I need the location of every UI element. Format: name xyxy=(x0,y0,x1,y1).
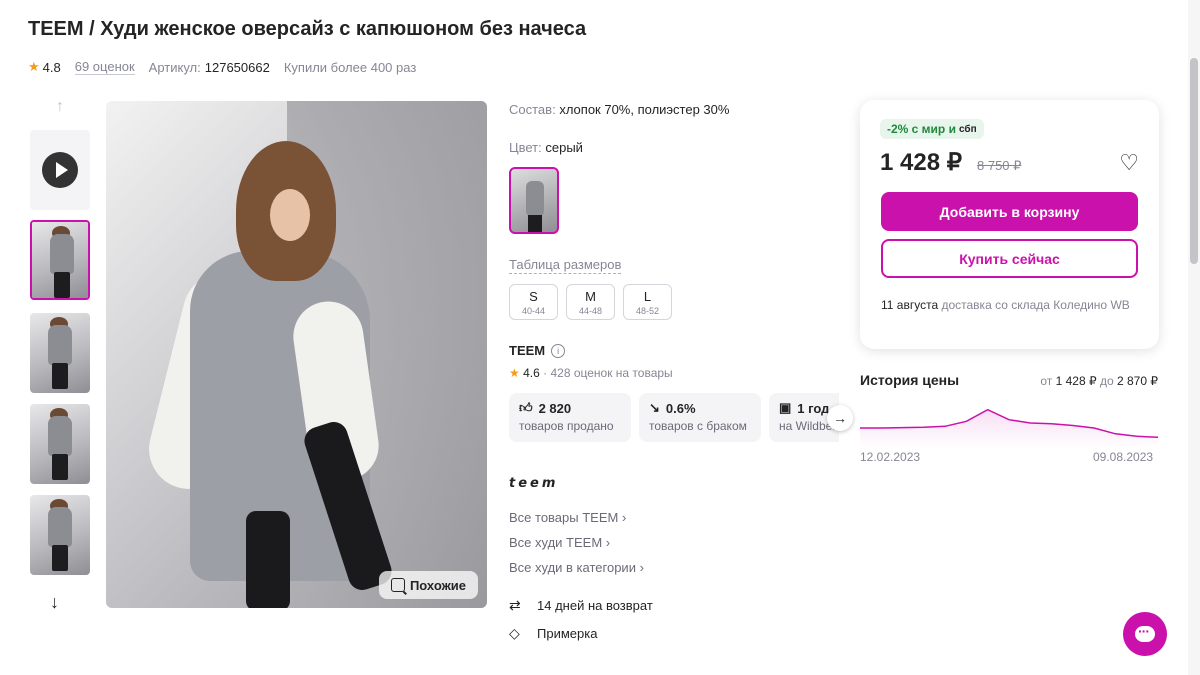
tag-icon: ◇ xyxy=(509,625,520,641)
sbp-logo: сбп xyxy=(958,123,977,135)
buy-now-button[interactable]: Купить сейчас xyxy=(881,239,1138,278)
size-option-m[interactable]: M 44-48 xyxy=(566,284,615,320)
return-policy: ⇄ 14 дней на возврат xyxy=(509,597,653,614)
size-range: 44-48 xyxy=(578,305,603,316)
delivery-info: 11 августа доставка со склада Коледино W… xyxy=(881,296,1141,314)
brand-label: TEEM xyxy=(509,343,546,358)
trend-down-icon: ↘ xyxy=(649,400,660,415)
range-to-label: до xyxy=(1099,374,1114,388)
composition-label: Состав: xyxy=(509,102,556,117)
link-all-brand-products[interactable]: Все товары TEEM › xyxy=(509,510,644,525)
color-label: Цвет: xyxy=(509,140,542,155)
scrollbar[interactable] xyxy=(1188,0,1200,675)
size-label: S xyxy=(529,288,538,304)
brand-stats: 👍︎ 2 820 товаров продано ↘ 0.6% товаров с … xyxy=(509,393,839,442)
color-row: Цвет: серый xyxy=(509,140,583,155)
return-icon: ⇄ xyxy=(509,597,521,613)
size-range: 48-52 xyxy=(635,305,660,316)
price-history-range: от 1 428 ₽ до 2 870 ₽ xyxy=(1040,374,1158,388)
thumbnail-image[interactable] xyxy=(30,404,90,484)
thumbnail-strip: ↑ xyxy=(28,95,92,575)
range-from-label: от xyxy=(1040,374,1053,388)
thumbs-up-icon: 👍︎ xyxy=(519,400,533,415)
link-category-hoodies[interactable]: Все худи в категории › xyxy=(509,560,644,575)
stat-card: ↘ 0.6% товаров с браком xyxy=(639,393,761,442)
product-title: TEEM / Худи женское оверсайз с капюшоном… xyxy=(28,18,587,40)
article-number[interactable]: 127650662 xyxy=(205,60,270,75)
thumbnail-image[interactable] xyxy=(30,495,90,575)
product-meta: ★ 4.8 69 оценок Артикул: 127650662 Купил… xyxy=(28,59,416,75)
promo-text: -2% с мир и xyxy=(887,122,956,136)
chart-area xyxy=(860,409,1158,448)
old-price: 8 750 ₽ xyxy=(977,158,1022,173)
delivery-text: доставка со склада Коледино WB xyxy=(941,298,1130,312)
arrow-down-icon[interactable]: ↓ xyxy=(50,592,59,613)
scrollbar-thumb[interactable] xyxy=(1190,58,1198,264)
brand-reviews: · 428 оценок на товары xyxy=(543,366,673,380)
arrow-up-icon[interactable]: ↑ xyxy=(28,95,92,119)
composition-value: хлопок 70%, полиэстер 30% xyxy=(559,102,730,117)
article-label: Артикул: xyxy=(148,59,201,75)
play-icon[interactable] xyxy=(42,152,78,188)
heart-icon[interactable]: ♡ xyxy=(1119,150,1139,176)
stat-value: 2 820 xyxy=(538,400,572,416)
chart-date-start: 12.02.2023 xyxy=(860,450,921,464)
chart-date-end: 09.08.2023 xyxy=(1093,450,1154,464)
store-icon: ▣ xyxy=(779,400,792,415)
reviews-link[interactable]: 69 оценок xyxy=(74,59,135,75)
similar-button[interactable]: Похожие xyxy=(379,571,478,599)
current-price: 1 428 ₽ xyxy=(880,149,962,176)
fitting-option: ◇ Примерка xyxy=(509,625,597,642)
composition: Состав: хлопок 70%, полиэстер 30% xyxy=(509,102,729,117)
thumbnail-video[interactable] xyxy=(30,130,90,210)
color-value: серый xyxy=(545,140,583,155)
price-card: -2% с мир и сбп 1 428 ₽ 8 750 ₽ ♡ Добави… xyxy=(860,100,1159,349)
chat-icon xyxy=(1135,623,1155,642)
product-rating: 4.8 xyxy=(42,59,61,75)
size-option-l[interactable]: L 48-52 xyxy=(623,284,672,320)
add-to-cart-button[interactable]: Добавить в корзину xyxy=(881,192,1138,231)
brand-rating: ★ 4.6 · 428 оценок на товары xyxy=(509,366,673,380)
stat-card: 👍︎ 2 820 товаров продано xyxy=(509,393,631,442)
brand-name[interactable]: TEEM i xyxy=(509,343,566,358)
bought-count: Купили более 400 раз xyxy=(283,59,417,75)
thumbnail-image[interactable] xyxy=(30,220,90,300)
size-range: 40-44 xyxy=(521,305,546,316)
stat-value: 1 год xyxy=(797,400,830,416)
size-label: L xyxy=(643,288,652,304)
promo-badge: -2% с мир и сбп xyxy=(880,119,984,139)
price-history-title: История цены xyxy=(860,372,960,388)
similar-search-icon xyxy=(390,578,405,592)
size-option-s[interactable]: S 40-44 xyxy=(509,284,558,320)
range-to: 2 870 ₽ xyxy=(1117,374,1158,388)
delivery-date: 11 августа xyxy=(881,298,939,312)
color-option-gray[interactable] xyxy=(509,167,559,234)
star-icon: ★ xyxy=(509,366,520,380)
return-label: 14 дней на возврат xyxy=(537,598,653,613)
size-table-link[interactable]: Таблица размеров xyxy=(509,257,622,274)
brand-rating-value: 4.6 xyxy=(523,366,540,380)
similar-label: Похожие xyxy=(409,577,467,593)
link-brand-hoodies[interactable]: Все худи TEEM › xyxy=(509,535,644,550)
size-selector: S 40-44 M 44-48 L 48-52 xyxy=(509,284,672,320)
chat-button[interactable] xyxy=(1123,612,1167,656)
size-label: M xyxy=(585,288,596,304)
price-history-chart[interactable] xyxy=(860,398,1158,448)
fitting-label: Примерка xyxy=(537,626,598,641)
arrow-right-icon[interactable]: → xyxy=(827,405,853,431)
stat-label: товаров продано xyxy=(519,419,614,433)
stat-label: товаров с браком xyxy=(649,419,747,433)
range-from: 1 428 ₽ xyxy=(1055,374,1097,388)
brand-links: Все товары TEEM › Все худи TEEM › Все ху… xyxy=(509,510,644,575)
thumbnail-image[interactable] xyxy=(30,313,90,393)
star-icon: ★ xyxy=(28,59,40,74)
info-icon[interactable]: i xyxy=(551,343,566,358)
brand-logo[interactable]: teem xyxy=(509,476,558,491)
stat-value: 0.6% xyxy=(665,400,696,416)
main-product-image[interactable]: Похожие xyxy=(106,101,487,608)
